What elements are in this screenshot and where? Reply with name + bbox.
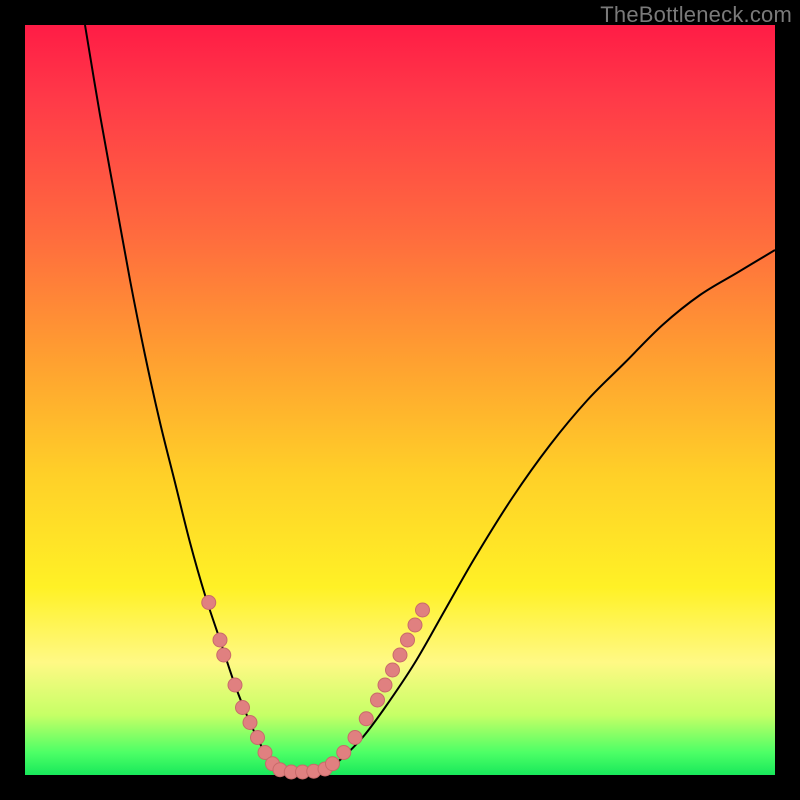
highlight-point <box>337 746 351 760</box>
highlight-point <box>378 678 392 692</box>
highlight-point <box>217 648 231 662</box>
right-curve <box>325 250 775 771</box>
highlight-point <box>326 757 340 771</box>
highlight-point <box>236 701 250 715</box>
curve-layer <box>85 25 775 771</box>
highlight-point <box>386 663 400 677</box>
marker-layer <box>202 596 430 780</box>
highlight-point <box>401 633 415 647</box>
highlight-point <box>348 731 362 745</box>
highlight-point <box>213 633 227 647</box>
chart-frame: TheBottleneck.com <box>0 0 800 800</box>
highlight-point <box>371 693 385 707</box>
chart-svg <box>25 25 775 775</box>
highlight-point <box>416 603 430 617</box>
highlight-point <box>243 716 257 730</box>
plot-area <box>25 25 775 775</box>
highlight-point <box>359 712 373 726</box>
highlight-point <box>393 648 407 662</box>
left-curve <box>85 25 280 771</box>
watermark-text: TheBottleneck.com <box>600 2 792 28</box>
highlight-point <box>202 596 216 610</box>
highlight-point <box>228 678 242 692</box>
highlight-point <box>251 731 265 745</box>
highlight-point <box>408 618 422 632</box>
